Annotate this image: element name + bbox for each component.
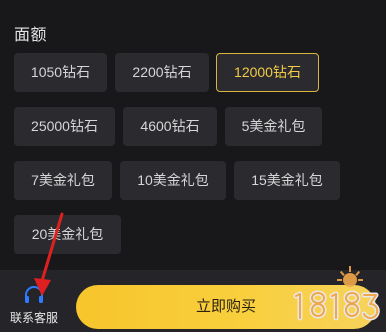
- denomination-grid: 1050钻石 2200钻石 12000钻石 25000钻石 4600钻石 5美金…: [0, 0, 386, 270]
- option-4600-diamonds[interactable]: 4600钻石: [123, 107, 217, 146]
- customer-service-button[interactable]: 联系客服: [4, 285, 64, 326]
- option-20usd-pack[interactable]: 20美金礼包: [14, 215, 121, 254]
- option-2200-diamonds[interactable]: 2200钻石: [115, 53, 209, 92]
- option-5usd-pack[interactable]: 5美金礼包: [225, 107, 322, 146]
- option-12000-diamonds[interactable]: 12000钻石: [216, 53, 319, 92]
- option-1050-diamonds[interactable]: 1050钻石: [14, 53, 107, 92]
- buy-now-button[interactable]: 立即购买: [76, 285, 376, 329]
- option-10usd-pack[interactable]: 10美金礼包: [120, 161, 226, 200]
- option-15usd-pack[interactable]: 15美金礼包: [234, 161, 340, 200]
- option-7usd-pack[interactable]: 7美金礼包: [14, 161, 112, 200]
- headset-icon: [25, 286, 43, 303]
- customer-service-label: 联系客服: [9, 311, 58, 325]
- option-25000-diamonds[interactable]: 25000钻石: [14, 107, 115, 146]
